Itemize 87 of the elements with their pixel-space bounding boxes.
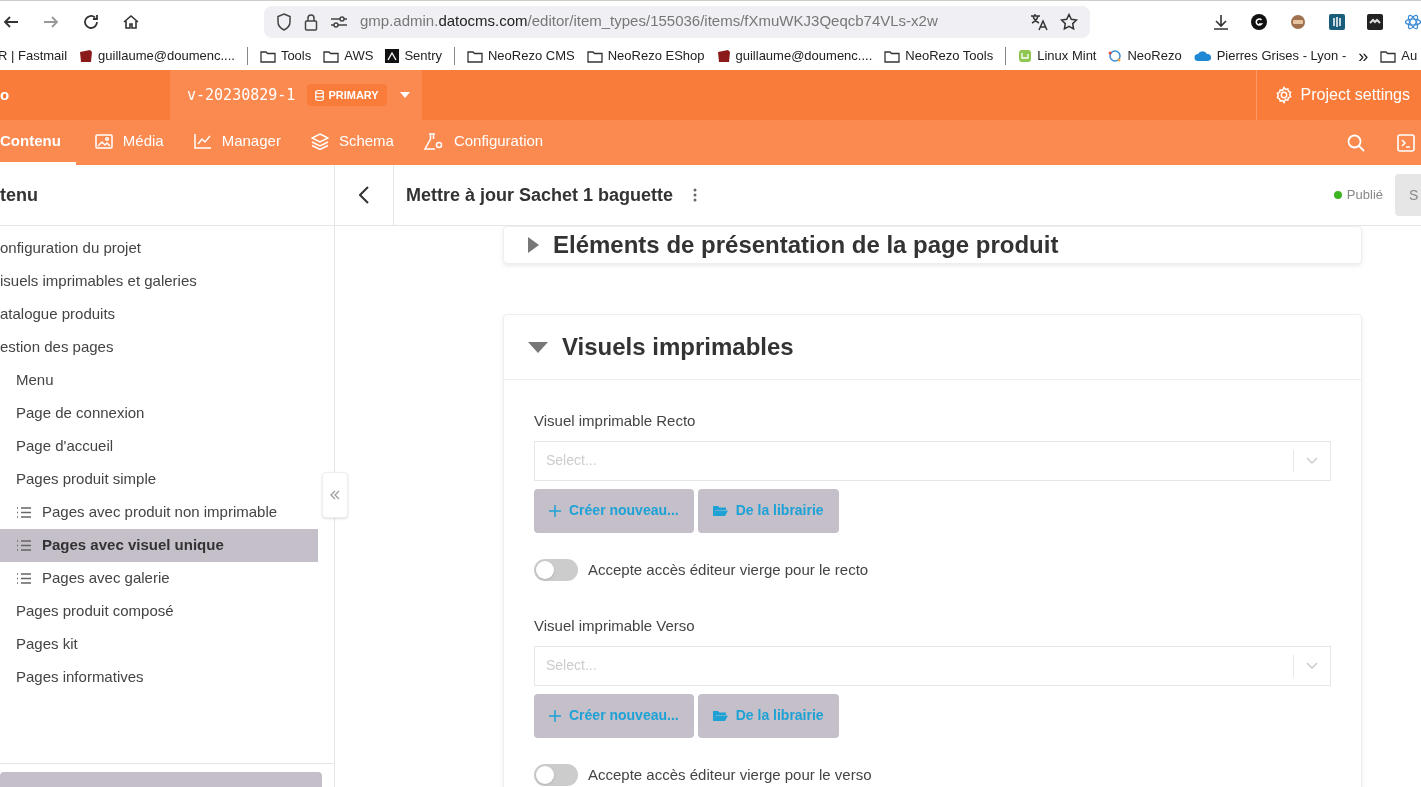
environment-badge: PRIMARY <box>307 83 387 107</box>
folder-icon <box>712 504 728 517</box>
chevron-down-icon <box>1306 456 1318 465</box>
sidebar-item[interactable]: Pages avec galerie <box>0 562 318 595</box>
home-icon[interactable] <box>122 12 140 31</box>
sidebar-item[interactable]: Pages produit simple <box>0 463 318 496</box>
extension-icon[interactable] <box>1251 13 1267 30</box>
sidebar-title: tenu <box>0 183 38 207</box>
bookmark-link[interactable]: NeoRezo EShop <box>586 46 705 66</box>
reload-icon[interactable] <box>82 12 100 31</box>
sidebar-item[interactable]: Pages produit composé <box>0 595 318 628</box>
address-bar[interactable]: gmp.admin.datocms.com/editor/item_types/155036/items/fXmuWKJ3Qeqcb74VLs-x2w <box>264 5 1090 38</box>
bookmark-link[interactable]: guillaume@doumenc.... <box>79 46 235 66</box>
sidebar-item[interactable]: Pages informatives <box>0 661 318 694</box>
list-icon <box>16 572 31 585</box>
double-chevron-icon <box>330 490 340 500</box>
bookmark-link[interactable]: Sentry <box>385 46 442 66</box>
sidebar-item[interactable]: isuels imprimables et galeries <box>0 265 318 298</box>
leaf-icon <box>1018 49 1033 63</box>
sidebar-item[interactable]: onfiguration du projet <box>0 232 318 265</box>
atom-icon[interactable] <box>1405 13 1421 30</box>
list-icon <box>16 506 31 519</box>
bookmark-link[interactable]: Linux Mint <box>1018 46 1097 66</box>
field-label: Visuel imprimable Recto <box>534 411 697 431</box>
section-header[interactable]: Visuels imprimables <box>504 315 1361 380</box>
toggle-switch[interactable] <box>534 558 578 581</box>
folder-icon <box>586 49 603 63</box>
translate-icon[interactable] <box>1030 12 1048 31</box>
bookmark-icon <box>385 49 400 63</box>
download-icon[interactable] <box>1213 13 1229 30</box>
sidebar-item[interactable]: Pages kit <box>0 628 318 661</box>
folder-icon <box>323 49 340 63</box>
bookmark-link[interactable]: Pierres Grises - Lyon - <box>1193 46 1347 66</box>
triangle-right-icon <box>528 237 539 253</box>
sidebar-item[interactable]: atalogue produits <box>0 298 318 331</box>
toggle-label: Accepte accès éditeur vierge pour le recto <box>588 559 869 580</box>
chevron-down-icon <box>1306 661 1318 670</box>
more-bookmarks-button[interactable]: » <box>1358 47 1369 65</box>
caret-icon <box>398 91 411 99</box>
permissions-icon[interactable] <box>330 14 348 29</box>
sidebar-item[interactable]: Menu <box>0 364 318 397</box>
image-icon <box>94 133 113 149</box>
database-icon <box>315 89 325 101</box>
lock-icon[interactable] <box>304 12 318 31</box>
molecule-icon <box>1108 49 1123 63</box>
layers-icon <box>310 132 329 150</box>
flask-gear-icon <box>423 132 444 150</box>
folder-icon <box>884 49 901 63</box>
sidebar-item[interactable]: Pages avec visuel unique <box>0 529 318 562</box>
folder-icon <box>259 49 276 63</box>
status-text: Publié <box>1346 186 1383 205</box>
bookmark-link[interactable]: NeoRezo <box>1108 46 1182 66</box>
sidebar-item[interactable]: Pages avec produit non imprimable <box>0 496 318 529</box>
extension-icon[interactable] <box>1367 13 1383 30</box>
section-header[interactable]: Eléments de présentation de la page produit <box>504 227 1361 263</box>
more-icon[interactable] <box>693 188 698 202</box>
toggle-label: Accepte accès éditeur vierge pour le verso <box>588 764 872 785</box>
chart-icon <box>193 133 212 149</box>
bookmark-link[interactable]: guillaume@doumenc.... <box>716 46 873 66</box>
logo-text: o <box>0 84 10 105</box>
monkey-icon[interactable] <box>1289 13 1307 30</box>
chevron-left-icon <box>359 186 369 204</box>
shield-icon[interactable] <box>276 12 292 31</box>
plus-icon <box>549 709 561 722</box>
plus-icon <box>549 504 561 517</box>
cloud-icon <box>1193 50 1212 62</box>
bookmark-icon <box>79 49 94 63</box>
record-title: Mettre à jour Sachet 1 baguette <box>406 183 674 207</box>
toggle-switch[interactable] <box>534 763 578 786</box>
bookmark-link[interactable]: NeoRezo Tools <box>884 46 994 66</box>
folder-icon <box>466 49 483 63</box>
field-label: Visuel imprimable Verso <box>534 616 696 636</box>
sidebar-item[interactable]: estion des pages <box>0 331 318 364</box>
folder-icon <box>712 709 728 722</box>
settings-icon <box>1274 86 1293 104</box>
star-icon[interactable] <box>1060 12 1078 31</box>
sidebar-item[interactable]: Page de connexion <box>0 397 318 430</box>
extension-icon[interactable] <box>1329 13 1345 30</box>
sidebar-item[interactable]: Page d'accueil <box>0 430 318 463</box>
bookmark-icon <box>716 49 731 63</box>
bookmark-link[interactable]: Au <box>1380 46 1418 66</box>
bookmark-link[interactable]: NeoRezo CMS <box>466 46 575 66</box>
bookmark-link[interactable]: Tools <box>259 46 312 66</box>
bookmark-link[interactable]: AWS <box>323 46 374 66</box>
triangle-down-icon <box>528 341 548 353</box>
folder-icon <box>1380 49 1397 63</box>
list-icon <box>16 539 31 552</box>
